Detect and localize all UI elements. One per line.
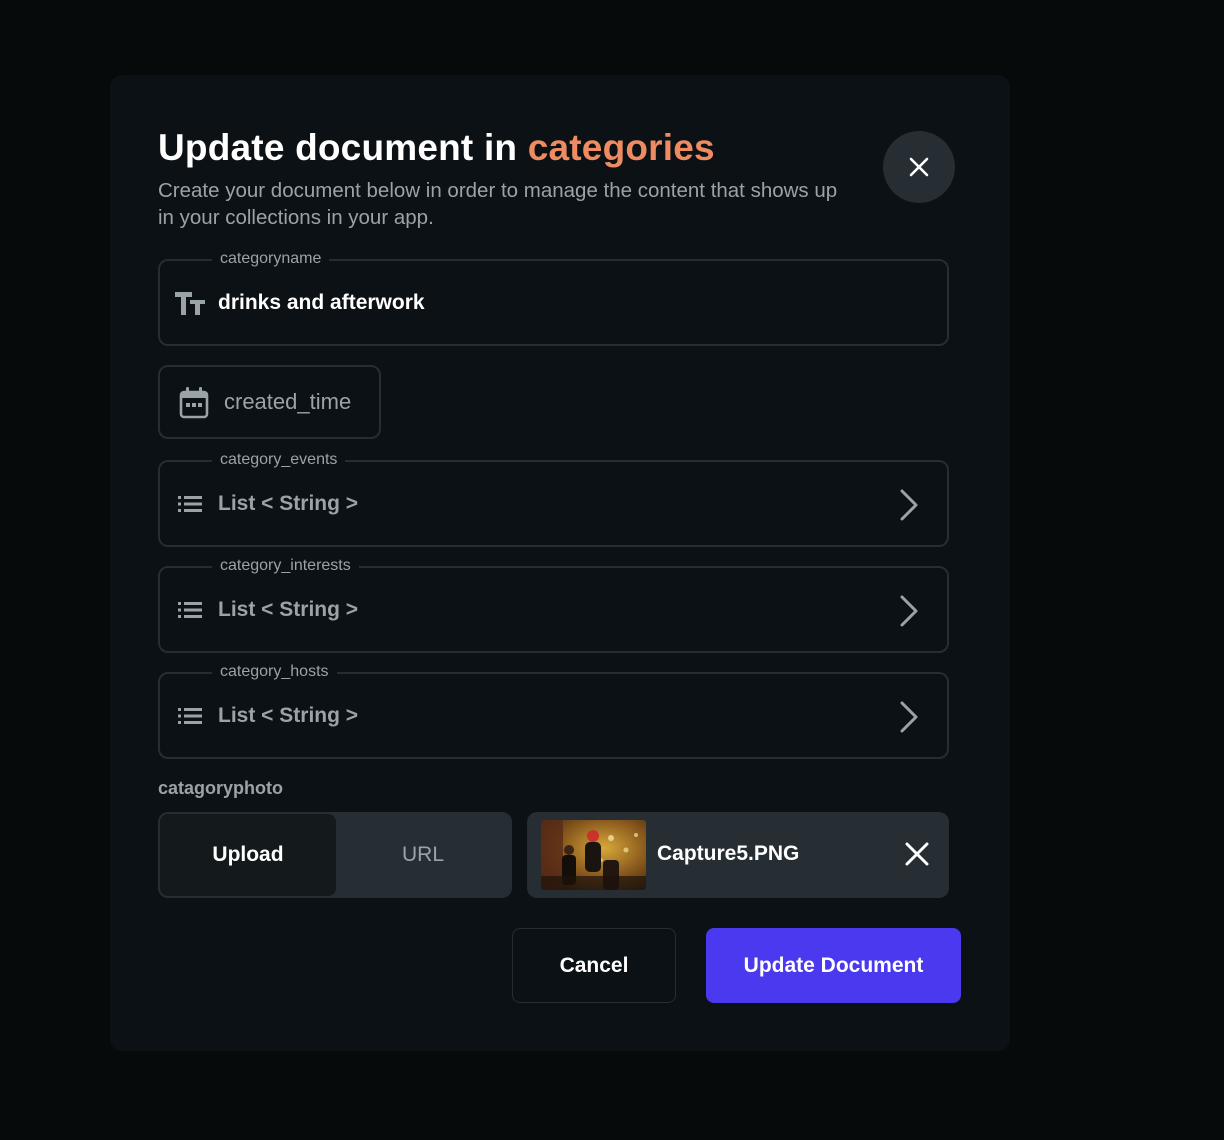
title-prefix: Update document in xyxy=(158,127,518,168)
remove-file-icon[interactable] xyxy=(903,840,931,868)
url-tab[interactable]: URL xyxy=(336,814,510,896)
category-interests-field[interactable]: category_interests List < String > xyxy=(158,556,949,653)
list-icon xyxy=(174,490,206,518)
upload-tab[interactable]: Upload xyxy=(160,814,336,896)
chevron-right-icon[interactable] xyxy=(897,594,921,628)
category-hosts-value: List < String > xyxy=(218,704,359,727)
categoryphoto-label: catagoryphoto xyxy=(158,778,284,798)
category-hosts-field[interactable]: category_hosts List < String > xyxy=(158,662,949,759)
category-hosts-label: category_hosts xyxy=(212,662,337,682)
update-document-modal: Update document in categories Create you… xyxy=(110,75,1010,1051)
created-time-field[interactable]: created_time xyxy=(158,365,381,439)
category-interests-label: category_interests xyxy=(212,556,359,576)
cancel-button[interactable]: Cancel xyxy=(512,928,676,1003)
categoryname-field[interactable]: categoryname drinks and afterwork xyxy=(158,249,949,346)
calendar-icon xyxy=(178,386,210,420)
category-events-field[interactable]: category_events List < String > xyxy=(158,450,949,547)
category-events-label: category_events xyxy=(212,450,346,470)
chevron-right-icon[interactable] xyxy=(897,700,921,734)
collection-name: categories xyxy=(527,127,715,168)
uploaded-file-card: Capture5.PNG xyxy=(527,812,949,898)
uploaded-file-name: Capture5.PNG xyxy=(657,842,800,865)
close-button[interactable] xyxy=(883,131,955,203)
photo-thumbnail xyxy=(541,820,646,890)
list-icon xyxy=(174,596,206,624)
text-type-icon xyxy=(174,289,206,317)
modal-title: Update document in categories xyxy=(158,127,715,169)
category-interests-value: List < String > xyxy=(218,598,359,621)
list-icon xyxy=(174,702,206,730)
categoryname-label: categoryname xyxy=(212,249,330,269)
update-document-button[interactable]: Update Document xyxy=(706,928,961,1003)
modal-subtitle: Create your document below in order to m… xyxy=(158,179,838,229)
photo-source-toggle: Upload URL xyxy=(158,812,512,898)
created-time-value: created_time xyxy=(224,389,352,414)
chevron-right-icon[interactable] xyxy=(897,488,921,522)
category-events-value: List < String > xyxy=(218,492,359,515)
close-icon xyxy=(909,157,929,177)
categoryname-value: drinks and afterwork xyxy=(218,291,425,314)
